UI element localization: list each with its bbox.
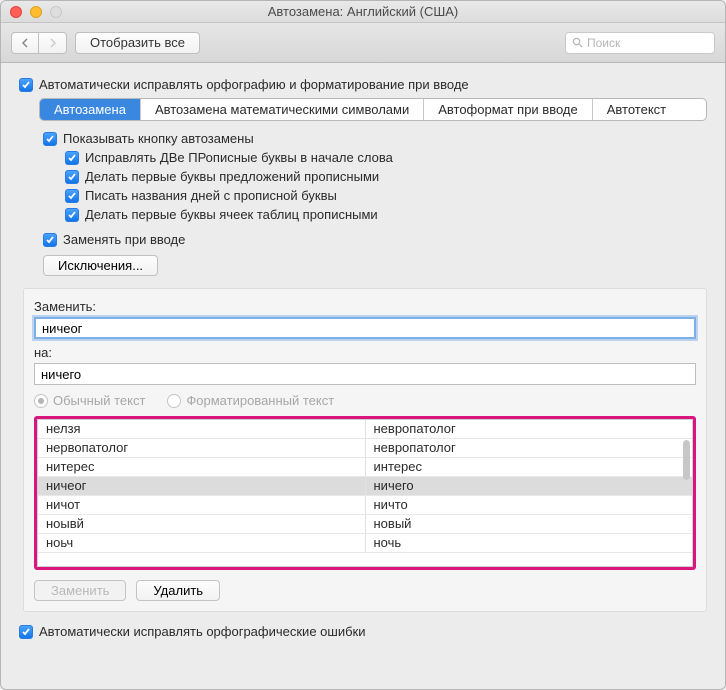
table-row[interactable]: ничотничто — [38, 496, 692, 515]
window-title: Автозамена: Английский (США) — [1, 4, 725, 19]
replacement-table-highlight: нелзяневропатологнервопатологневропатоло… — [34, 416, 696, 570]
table-row[interactable]: ноьчночь — [38, 534, 692, 553]
search-placeholder: Поиск — [587, 36, 620, 50]
formatted-text-radio: Форматированный текст — [167, 393, 334, 408]
show-all-button[interactable]: Отобразить все — [75, 32, 200, 54]
replacement-table[interactable]: нелзяневропатологнервопатологневропатоло… — [37, 419, 693, 567]
forward-button[interactable] — [39, 32, 67, 54]
tab-autocorrect[interactable]: Автозамена — [40, 99, 141, 120]
table-row[interactable]: нелзяневропатолог — [38, 420, 692, 439]
titlebar: Автозамена: Английский (США) — [1, 1, 725, 23]
checkbox-icon — [65, 170, 79, 184]
table-cell-from: ноьч — [38, 534, 366, 552]
option-label: Делать первые буквы ячеек таблиц прописн… — [85, 207, 378, 222]
tab-autoformat[interactable]: Автоформат при вводе — [424, 99, 593, 120]
minimize-window-button[interactable] — [30, 6, 42, 18]
table-cell-to: ничего — [366, 477, 693, 495]
checkbox-icon — [19, 625, 33, 639]
table-cell-from: ничот — [38, 496, 366, 514]
with-input[interactable] — [34, 363, 696, 385]
capitalize-sentences-check[interactable]: Делать первые буквы предложений прописны… — [65, 169, 707, 184]
plain-text-radio: Обычный текст — [34, 393, 145, 408]
table-cell-from: ничеог — [38, 477, 366, 495]
tab-bar: Автозамена Автозамена математическими си… — [39, 98, 707, 121]
tab-math[interactable]: Автозамена математическими символами — [141, 99, 424, 120]
close-window-button[interactable] — [10, 6, 22, 18]
table-cell-to: невропатолог — [366, 439, 693, 457]
auto-spellcheck-label: Автоматически исправлять орфографические… — [39, 624, 365, 639]
option-label: Писать названия дней с прописной буквы — [85, 188, 337, 203]
table-row[interactable]: нитересинтерес — [38, 458, 692, 477]
chevron-left-icon — [21, 38, 29, 48]
replace-form: Заменить: на: Обычный текст Форматирован… — [23, 288, 707, 612]
zoom-window-button — [50, 6, 62, 18]
auto-spellcheck-check[interactable]: Автоматически исправлять орфографические… — [19, 624, 707, 639]
table-cell-to: невропатолог — [366, 420, 693, 438]
table-cell-from: нелзя — [38, 420, 366, 438]
auto-correct-formatting-label: Автоматически исправлять орфографию и фо… — [39, 77, 469, 92]
checkbox-icon — [43, 233, 57, 247]
option-label: Заменять при вводе — [63, 232, 185, 247]
delete-button[interactable]: Удалить — [136, 580, 220, 601]
checkbox-icon — [65, 151, 79, 165]
checkbox-icon — [65, 189, 79, 203]
auto-correct-formatting-check[interactable]: Автоматически исправлять орфографию и фо… — [19, 77, 707, 92]
replace-on-type-check[interactable]: Заменять при вводе — [43, 232, 707, 247]
table-row[interactable]: ничеогничего — [38, 477, 692, 496]
checkbox-icon — [65, 208, 79, 222]
radio-icon — [34, 394, 48, 408]
table-cell-to: интерес — [366, 458, 693, 476]
table-cell-to: ночь — [366, 534, 693, 552]
option-label: Исправлять ДВе ПРописные буквы в начале … — [85, 150, 393, 165]
search-icon — [572, 37, 583, 48]
exceptions-button[interactable]: Исключения... — [43, 255, 158, 276]
table-cell-to: новый — [366, 515, 693, 533]
table-row[interactable]: нервопатологневропатолог — [38, 439, 692, 458]
search-input[interactable]: Поиск — [565, 32, 715, 54]
radio-label: Обычный текст — [53, 393, 145, 408]
table-cell-from: нервопатолог — [38, 439, 366, 457]
checkbox-icon — [43, 132, 57, 146]
chevron-right-icon — [49, 38, 57, 48]
replace-button: Заменить — [34, 580, 126, 601]
radio-icon — [167, 394, 181, 408]
with-label: на: — [34, 345, 696, 360]
replace-label: Заменить: — [34, 299, 696, 314]
radio-label: Форматированный текст — [186, 393, 334, 408]
capitalize-days-check[interactable]: Писать названия дней с прописной буквы — [65, 188, 707, 203]
option-label: Делать первые буквы предложений прописны… — [85, 169, 379, 184]
table-cell-from: нитерес — [38, 458, 366, 476]
table-scrollbar[interactable] — [683, 440, 690, 480]
two-initial-caps-check[interactable]: Исправлять ДВе ПРописные буквы в начале … — [65, 150, 707, 165]
option-label: Показывать кнопку автозамены — [63, 131, 254, 146]
toolbar: Отобразить все Поиск — [1, 23, 725, 63]
table-cell-to: ничто — [366, 496, 693, 514]
show-autocorrect-button-check[interactable]: Показывать кнопку автозамены — [43, 131, 707, 146]
back-button[interactable] — [11, 32, 39, 54]
table-cell-from: ноывй — [38, 515, 366, 533]
table-row[interactable]: ноывйновый — [38, 515, 692, 534]
checkbox-icon — [19, 78, 33, 92]
capitalize-cells-check[interactable]: Делать первые буквы ячеек таблиц прописн… — [65, 207, 707, 222]
tab-autotext[interactable]: Автотекст — [593, 99, 680, 120]
replace-input[interactable] — [34, 317, 696, 339]
